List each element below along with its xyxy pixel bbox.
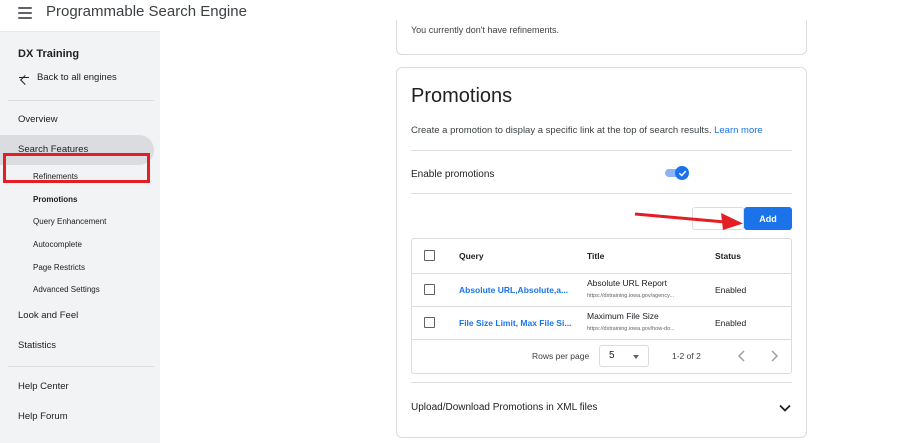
- sidebar: DX Training Back to all engines Overview…: [0, 31, 160, 443]
- description-text: Create a promotion to display a specific…: [411, 125, 712, 136]
- promotions-card: Promotions Create a promotion to display…: [396, 67, 807, 438]
- select-all-checkbox[interactable]: [424, 250, 435, 261]
- back-to-engines-link[interactable]: Back to all engines: [18, 72, 117, 83]
- header-title: Title: [587, 251, 605, 261]
- row-title: Absolute URL Report: [587, 278, 668, 288]
- row-checkbox[interactable]: [424, 317, 435, 328]
- expand-icon[interactable]: [779, 404, 791, 412]
- sidebar-subitem-query-enhancement[interactable]: Query Enhancement: [33, 217, 106, 226]
- row-status: Enabled: [715, 285, 747, 295]
- rows-per-page-value: 5: [609, 350, 615, 361]
- row-url: https://dxtraining.iowa.gov/agency...: [587, 293, 675, 299]
- header-status: Status: [715, 251, 741, 261]
- annotation-arrow: [634, 212, 743, 230]
- learn-more-link[interactable]: Learn more: [714, 125, 763, 136]
- add-promotion-button[interactable]: Add: [744, 207, 792, 230]
- upload-download-section[interactable]: Upload/Download Promotions in XML files: [411, 402, 597, 413]
- refinements-empty-text: You currently don't have refinements.: [411, 25, 559, 35]
- header-query: Query: [459, 251, 484, 261]
- engine-name: DX Training: [18, 48, 80, 60]
- row-url: https://dxtraining.iowa.gov/how-do...: [587, 326, 675, 332]
- promotions-description: Create a promotion to display a specific…: [411, 125, 763, 136]
- table-header-row: Query Title Status: [412, 239, 791, 273]
- check-icon: [675, 166, 689, 180]
- enable-promotions-toggle[interactable]: [665, 166, 689, 180]
- row-query-link[interactable]: Absolute URL,Absolute,a...: [459, 285, 568, 295]
- table-row: File Size Limit, Max File Si... Maximum …: [412, 307, 791, 339]
- table-pagination: Rows per page 5 1-2 of 2: [412, 340, 791, 373]
- rows-per-page-label: Rows per page: [532, 351, 590, 361]
- refinements-card: You currently don't have refinements.: [396, 20, 807, 55]
- sidebar-item-help-forum[interactable]: Help Forum: [18, 411, 68, 422]
- sidebar-item-look-and-feel[interactable]: Look and Feel: [18, 310, 78, 321]
- sidebar-item-statistics[interactable]: Statistics: [18, 340, 56, 351]
- enable-promotions-label: Enable promotions: [411, 169, 495, 180]
- chevron-right-icon[interactable]: [767, 349, 781, 363]
- sidebar-divider: [8, 100, 154, 101]
- row-query-link[interactable]: File Size Limit, Max File Si...: [459, 318, 571, 328]
- arrow-left-icon: [18, 73, 29, 83]
- sidebar-subitem-advanced-settings[interactable]: Advanced Settings: [33, 285, 100, 294]
- back-label: Back to all engines: [37, 72, 117, 83]
- table-row: Absolute URL,Absolute,a... Absolute URL …: [412, 274, 791, 306]
- sidebar-item-help-center[interactable]: Help Center: [18, 381, 69, 392]
- sidebar-item-overview[interactable]: Overview: [18, 114, 58, 125]
- app-title: Programmable Search Engine: [46, 3, 247, 20]
- row-checkbox[interactable]: [424, 284, 435, 295]
- row-title: Maximum File Size: [587, 311, 659, 321]
- chevron-down-icon: [633, 355, 639, 359]
- annotation-highlight-box: [3, 153, 150, 183]
- divider: [411, 382, 792, 383]
- rows-per-page-select[interactable]: 5: [599, 345, 649, 367]
- sidebar-divider: [8, 366, 154, 367]
- sidebar-subitem-autocomplete[interactable]: Autocomplete: [33, 240, 82, 249]
- divider: [411, 150, 792, 151]
- promotions-table: Query Title Status Absolute URL,Absolute…: [411, 238, 792, 374]
- sidebar-subitem-promotions[interactable]: Promotions: [33, 195, 77, 204]
- row-status: Enabled: [715, 318, 747, 328]
- chevron-left-icon[interactable]: [735, 349, 749, 363]
- menu-icon[interactable]: [18, 7, 32, 19]
- sidebar-subitem-page-restricts[interactable]: Page Restricts: [33, 263, 85, 272]
- page-range: 1-2 of 2: [672, 351, 701, 361]
- page-title: Promotions: [411, 85, 513, 107]
- divider: [411, 193, 792, 194]
